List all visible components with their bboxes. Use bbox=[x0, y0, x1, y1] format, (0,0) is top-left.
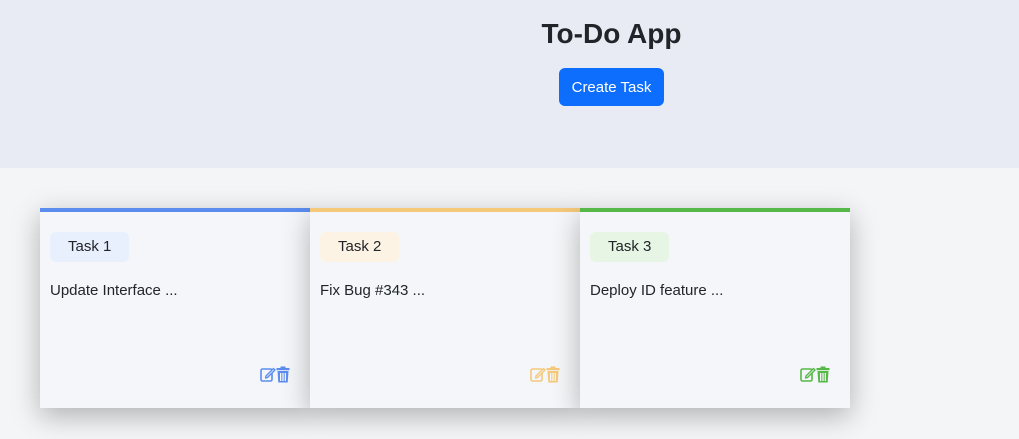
card-actions bbox=[530, 366, 562, 384]
trash-icon[interactable] bbox=[816, 366, 832, 384]
task-card: Task 1 Update Interface ... bbox=[40, 208, 310, 408]
task-description: Update Interface ... bbox=[50, 282, 178, 299]
edit-icon[interactable] bbox=[800, 366, 816, 384]
card-accent-bar bbox=[580, 208, 850, 212]
task-description: Fix Bug #343 ... bbox=[320, 282, 426, 299]
app-header: To-Do App Create Task bbox=[0, 0, 1019, 168]
task-badge: Task 1 bbox=[50, 232, 130, 262]
card-actions bbox=[260, 366, 292, 384]
task-board: Task 1 Update Interface ... Task 2 Fix B… bbox=[40, 208, 850, 408]
task-card: Task 3 Deploy ID feature ... bbox=[580, 208, 850, 408]
task-badge: Task 3 bbox=[590, 232, 670, 262]
create-task-button[interactable]: Create Task bbox=[559, 68, 664, 106]
trash-icon[interactable] bbox=[546, 366, 562, 384]
edit-icon[interactable] bbox=[260, 366, 276, 384]
page-title: To-Do App bbox=[541, 18, 682, 49]
card-accent-bar bbox=[40, 208, 310, 212]
trash-icon[interactable] bbox=[276, 366, 292, 384]
task-description: Deploy ID feature ... bbox=[590, 282, 724, 299]
edit-icon[interactable] bbox=[530, 366, 546, 384]
task-card: Task 2 Fix Bug #343 ... bbox=[310, 208, 580, 408]
task-badge: Task 2 bbox=[320, 232, 400, 262]
card-accent-bar bbox=[310, 208, 580, 212]
card-actions bbox=[800, 366, 832, 384]
